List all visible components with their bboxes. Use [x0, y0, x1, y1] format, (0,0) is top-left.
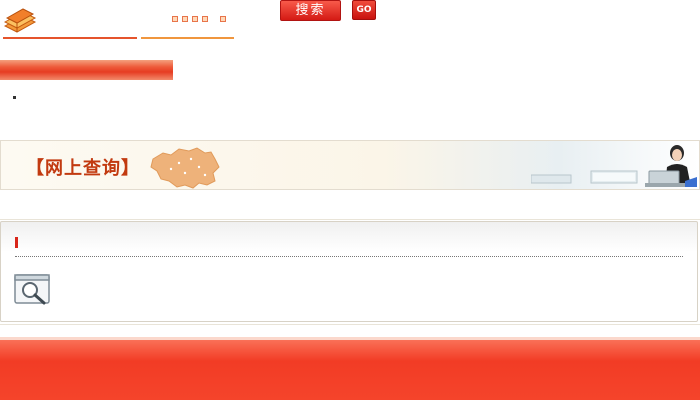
operator-woman-icon [645, 145, 697, 187]
search-button[interactable]: 搜索 [280, 0, 341, 21]
go-button[interactable]: GO [352, 0, 376, 20]
footer-bar [0, 340, 700, 400]
section-header-bar [0, 60, 173, 80]
dot-icon [192, 16, 198, 22]
dotted-divider [15, 256, 683, 257]
online-query-banner: 【网上查询】 [0, 140, 700, 190]
content-box [0, 221, 698, 322]
search-magnifier-icon[interactable] [14, 273, 52, 307]
province-map-icon [150, 147, 220, 189]
header-dots [172, 16, 226, 22]
laptops-decoration-icon [531, 170, 638, 184]
dot-icon [220, 16, 226, 22]
header-rule-left [3, 37, 137, 39]
list-bullet [13, 96, 16, 99]
header-rule-right [141, 37, 234, 39]
banner-title: 【网上查询】 [26, 158, 140, 179]
content-box-marker [15, 237, 18, 248]
dot-icon [202, 16, 208, 22]
books-logo-icon [3, 8, 37, 33]
dot-icon [172, 16, 178, 22]
dot-icon [182, 16, 188, 22]
